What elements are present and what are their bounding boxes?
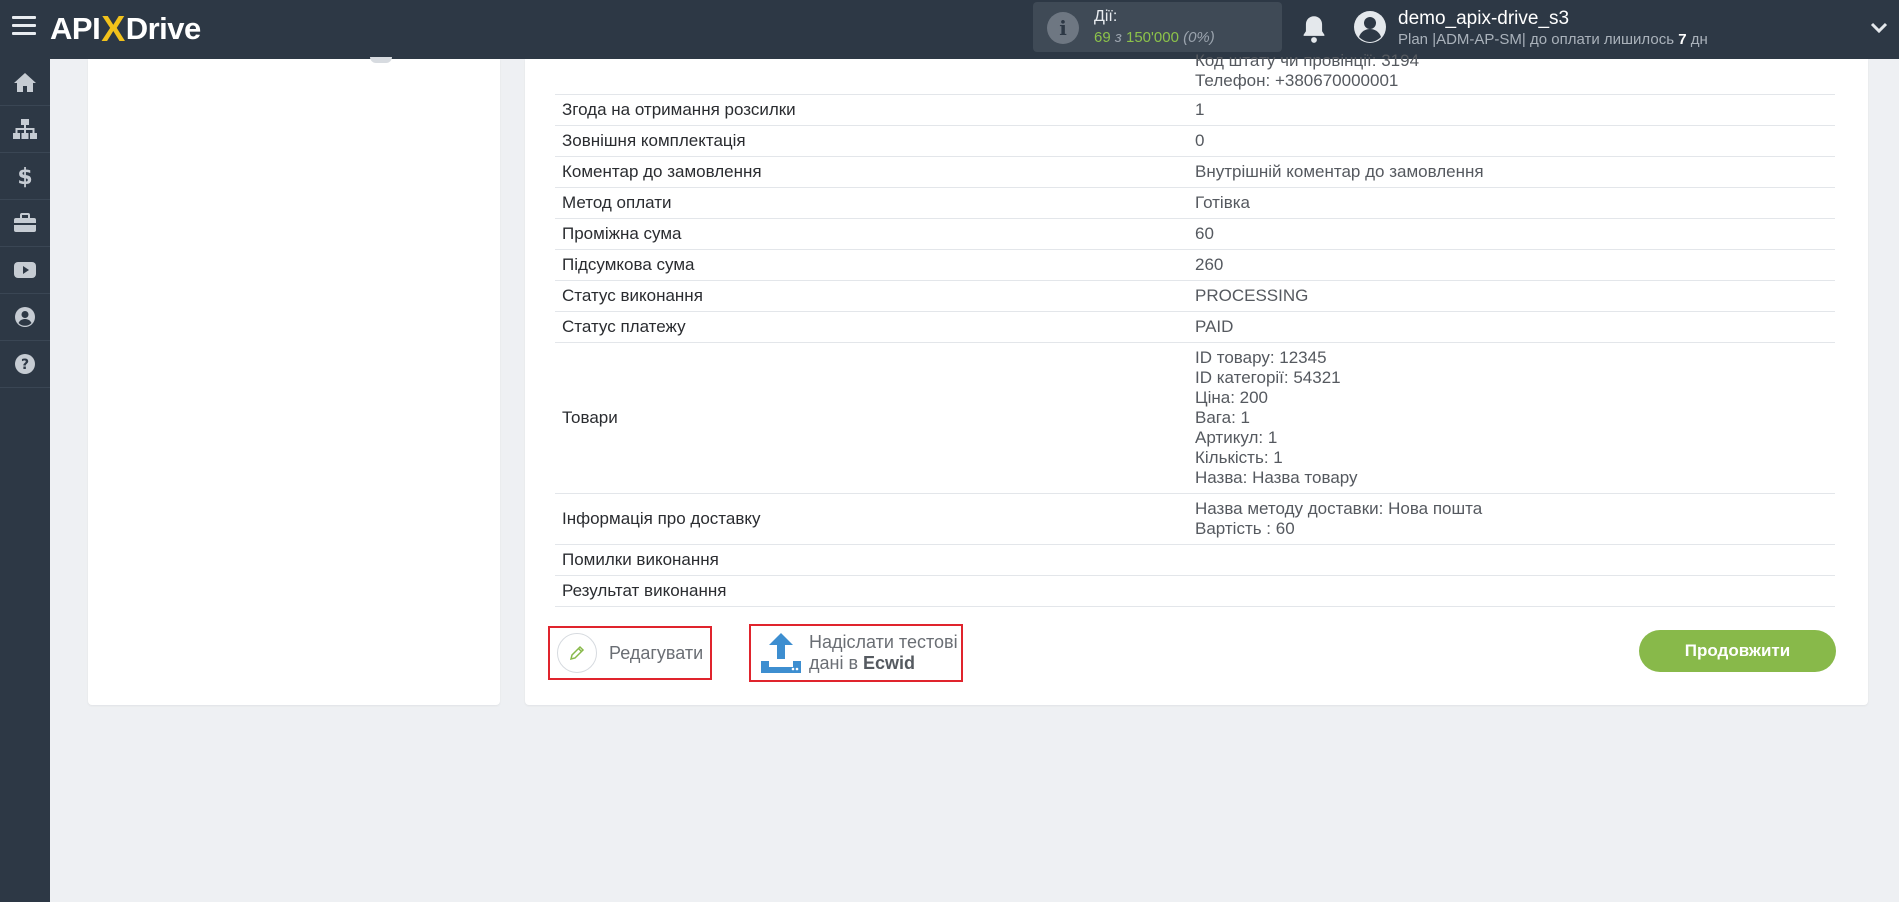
data-table: Код штату чи провінції: 3194 Телефон: +3…	[555, 51, 1835, 607]
user-name[interactable]: demo_apix-drive_s3	[1398, 8, 1569, 30]
svg-text:?: ?	[21, 357, 29, 373]
field-value-line: Назва: Назва товару	[1195, 468, 1358, 487]
field-value-line: Готівка	[1195, 193, 1251, 212]
actions-counter: i Дії: 69 з 150'000 (0%)	[1033, 2, 1282, 52]
actions-value: 69 з 150'000 (0%)	[1094, 29, 1215, 46]
continue-button[interactable]: Продовжити	[1639, 630, 1836, 672]
table-row: Коментар до замовлення Внутрішній комента…	[555, 157, 1835, 188]
field-value: Внутрішній коментар до замовлення	[1195, 157, 1835, 187]
field-label: Статус платежу	[562, 317, 686, 336]
field-value-line: Внутрішній коментар до замовлення	[1195, 162, 1484, 181]
table-row: Метод оплати Готівка	[555, 188, 1835, 219]
table-row: Згода на отримання розсилки 1	[555, 95, 1835, 126]
logo-text-drive: Drive	[125, 11, 202, 46]
partial-value-line: Телефон: +380670000001	[1195, 71, 1399, 90]
edit-button[interactable]: Редагувати	[548, 626, 712, 680]
field-label: Підсумкова сума	[562, 255, 695, 274]
info-icon: i	[1047, 12, 1079, 44]
sidebar-item-video[interactable]	[0, 247, 50, 294]
briefcase-icon	[14, 213, 36, 232]
avatar[interactable]	[1353, 10, 1387, 44]
field-value: 260	[1195, 250, 1835, 280]
send-test-data-button[interactable]: Надіслати тестові дані в Ecwid	[749, 624, 963, 682]
left-panel	[88, 57, 500, 705]
table-row: Підсумкова сума 260	[555, 250, 1835, 281]
field-value	[1195, 545, 1835, 575]
field-value-line: ID товару: 12345	[1195, 348, 1327, 367]
field-label: Товари	[562, 408, 618, 427]
sitemap-icon	[13, 119, 37, 139]
field-label: Метод оплати	[562, 193, 672, 212]
sidebar-item-home[interactable]	[0, 59, 50, 106]
field-value-line: Вага: 1	[1195, 408, 1250, 427]
field-value-line: Назва методу доставки: Нова пошта	[1195, 499, 1483, 518]
menu-icon[interactable]	[12, 16, 36, 36]
upload-icon	[761, 633, 801, 673]
logo-text-api: API	[50, 11, 101, 46]
chevron-down-icon[interactable]	[1869, 18, 1889, 38]
field-label: Проміжна сума	[562, 224, 682, 243]
field-label: Інформація про доставку	[562, 509, 761, 528]
table-row: Інформація про доставку Назва методу дост…	[555, 494, 1835, 545]
svg-text:$: $	[17, 165, 32, 188]
field-label: Коментар до замовлення	[562, 162, 762, 181]
logo-text-x: X	[101, 8, 125, 49]
edit-button-label: Редагувати	[609, 642, 704, 663]
sidebar-item-billing[interactable]: $	[0, 153, 50, 200]
table-row: Статус платежу PAID	[555, 312, 1835, 343]
field-value-line: Артикул: 1	[1195, 428, 1278, 447]
field-value-line: Кількість: 1	[1195, 448, 1283, 467]
plan-info: Plan |ADM-AP-SM| до оплати лишилось 7 дн	[1398, 31, 1708, 48]
field-value: Готівка	[1195, 188, 1835, 218]
sidebar-item-services[interactable]	[0, 200, 50, 247]
sidebar: $ ?	[0, 59, 50, 902]
table-row: Товари ID товару: 12345 ID категорії: 5432…	[555, 343, 1835, 494]
field-label: Статус виконання	[562, 286, 703, 305]
sidebar-item-connections[interactable]	[0, 106, 50, 153]
field-label: Зовнішня комплектація	[562, 131, 746, 150]
field-value: 60	[1195, 219, 1835, 249]
field-label: Помилки виконання	[562, 550, 719, 569]
pencil-icon	[557, 633, 597, 673]
field-value-line: 60	[1195, 224, 1214, 243]
table-row: Зовнішня комплектація 0	[555, 126, 1835, 157]
field-label: Згода на отримання розсилки	[562, 100, 796, 119]
user-icon	[15, 307, 35, 327]
field-value-line: PROCESSING	[1195, 286, 1309, 305]
field-label: Результат виконання	[562, 581, 727, 600]
field-value-line: 0	[1195, 131, 1205, 150]
partial-value-line: Код штату чи провінції: 3194	[1195, 51, 1420, 70]
bell-icon[interactable]	[1300, 14, 1328, 44]
field-value	[1195, 576, 1835, 606]
table-row-partial: Код штату чи провінції: 3194 Телефон: +3…	[555, 51, 1835, 95]
field-value-line: ID категорії: 54321	[1195, 368, 1341, 387]
help-icon: ?	[15, 354, 35, 374]
actions-label: Дії:	[1094, 8, 1118, 25]
field-value: ID товару: 12345 ID категорії: 54321 Ціна:…	[1195, 343, 1835, 493]
field-value-line: 1	[1195, 100, 1205, 119]
table-row: Проміжна сума 60	[555, 219, 1835, 250]
table-row: Помилки виконання	[555, 545, 1835, 576]
send-test-data-label: Надіслати тестові дані в Ecwid	[809, 632, 958, 673]
home-icon	[14, 73, 36, 92]
partial-values: Код штату чи провінції: 3194 Телефон: +3…	[1195, 51, 1835, 94]
youtube-icon	[14, 262, 36, 278]
table-row: Результат виконання	[555, 576, 1835, 607]
field-value: 0	[1195, 126, 1835, 156]
step-indicator	[370, 57, 392, 63]
apix-drive-logo[interactable]: API X Drive	[50, 8, 202, 49]
field-value: 1	[1195, 95, 1835, 125]
sidebar-item-account[interactable]	[0, 294, 50, 341]
field-value-line: Ціна: 200	[1195, 388, 1269, 407]
sidebar-item-help[interactable]: ?	[0, 341, 50, 388]
field-value-line: PAID	[1195, 317, 1234, 336]
field-value: PAID	[1195, 312, 1835, 342]
field-value-line: Вартість : 60	[1195, 519, 1295, 538]
field-value: Назва методу доставки: Нова пошта Вартіст…	[1195, 494, 1835, 544]
field-value: PROCESSING	[1195, 281, 1835, 311]
table-row: Статус виконання PROCESSING	[555, 281, 1835, 312]
dollar-icon: $	[17, 165, 32, 188]
field-value-line: 260	[1195, 255, 1224, 274]
